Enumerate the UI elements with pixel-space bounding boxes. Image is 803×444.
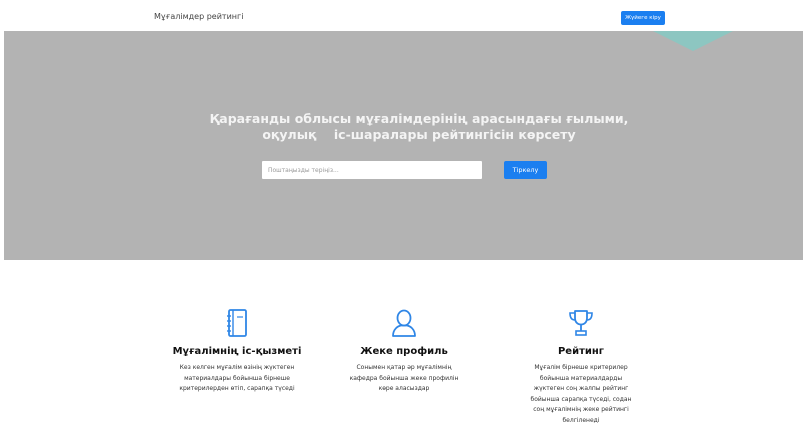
login-button[interactable]: Жүйеге кіру [621, 11, 665, 25]
feature-title: Жеке профиль [360, 346, 448, 357]
hero-accent-shape [653, 31, 733, 51]
trophy-icon [569, 310, 593, 336]
feature-teacher-activity: Мұғалімнің іс-қызметі Кез келген мұғалім… [162, 308, 312, 395]
hero-title-line-1: Қарағанды облысы мұғалімдерінің арасында… [209, 111, 629, 126]
feature-description: Кез келген мұғалім өзінің жүктеген матер… [179, 364, 295, 392]
features-section: Мұғалімнің іс-қызметі Кез келген мұғалім… [0, 260, 803, 444]
feature-title: Рейтинг [557, 346, 605, 357]
feature-title: Мұғалімнің іс-қызметі [172, 346, 302, 357]
hero-section: Қарағанды облысы мұғалімдерінің арасында… [4, 31, 803, 260]
hero-title: Қарағанды облысы мұғалімдерінің арасында… [4, 111, 803, 143]
top-navbar: Мұғалімдер рейтингі Жүйеге кіру [0, 0, 803, 31]
feature-personal-profile: Жеке профиль Сонымен қатар әр мұғалімнің… [329, 308, 479, 395]
email-input[interactable] [262, 161, 482, 179]
notebook-icon [227, 309, 247, 337]
feature-rating: Рейтинг Мұғалім бірнеше критерилер бойын… [506, 308, 656, 426]
user-icon [392, 309, 416, 337]
feature-description: Сонымен қатар әр мұғалімнің кафедра бойы… [349, 364, 459, 392]
signup-button[interactable]: Тіркелу [504, 161, 547, 179]
hero-title-line-2: оқулық іс-шаралары рейтингісін көрсету [262, 127, 576, 142]
feature-description: Мұғалім бірнеше критерилер бойынша матер… [530, 364, 632, 424]
brand-link[interactable]: Мұғалімдер рейтингі [154, 12, 243, 21]
